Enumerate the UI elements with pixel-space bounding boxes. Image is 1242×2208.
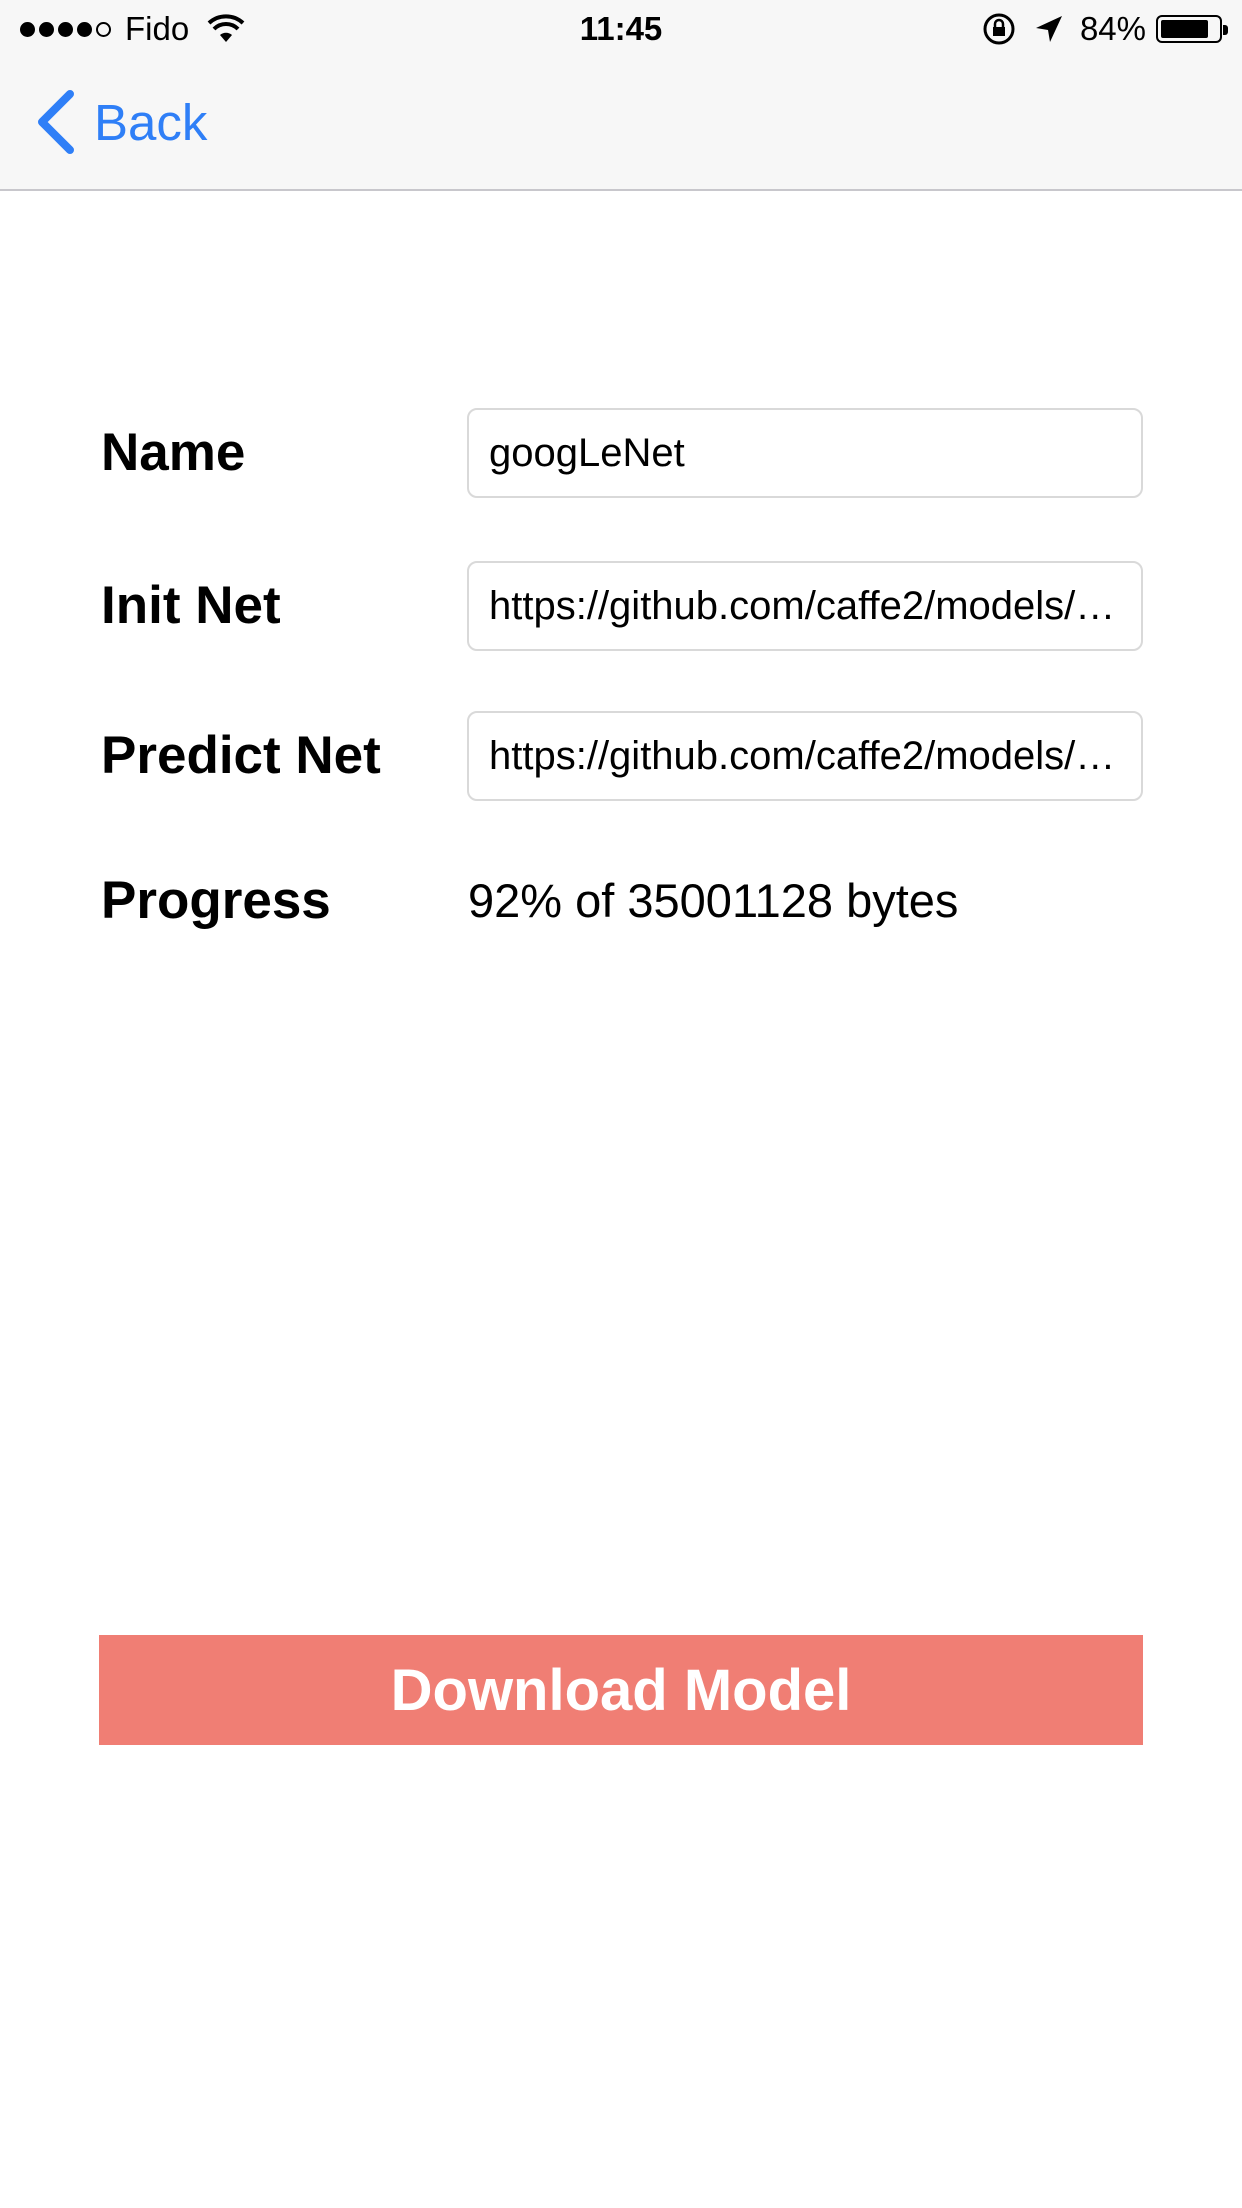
back-button[interactable]: Back <box>36 90 207 154</box>
progress-value: 92% of 35001128 bytes <box>468 874 959 927</box>
back-button-label: Back <box>94 93 208 151</box>
name-row: Name googLeNet <box>0 408 1242 498</box>
progress-row: Progress 92% of 35001128 bytes <box>0 856 1242 946</box>
location-arrow-icon <box>1035 16 1062 42</box>
name-field[interactable]: googLeNet <box>467 408 1143 498</box>
init-net-label: Init Net <box>101 576 281 635</box>
battery-icon <box>1156 15 1228 43</box>
progress-label: Progress <box>101 871 331 930</box>
init-net-row: Init Net https://github.com/caffe2/model… <box>0 561 1242 651</box>
navigation-bar: Back <box>0 60 1242 191</box>
status-bar-right: 84% <box>982 10 1228 48</box>
battery-percentage: 84% <box>1079 10 1146 47</box>
chevron-left-icon <box>38 90 74 154</box>
predict-net-label: Predict Net <box>101 726 381 785</box>
predict-net-field[interactable]: https://github.com/caffe2/models/raw/mas… <box>467 711 1143 801</box>
status-bar: Fido 11:45 84% <box>0 0 1242 60</box>
download-model-button[interactable]: Download Model <box>99 1635 1143 1745</box>
name-label: Name <box>101 423 246 482</box>
orientation-lock-icon <box>983 13 1015 45</box>
init-net-field[interactable]: https://github.com/caffe2/models/raw/mas… <box>467 561 1143 651</box>
predict-net-row: Predict Net https://github.com/caffe2/mo… <box>0 711 1242 801</box>
